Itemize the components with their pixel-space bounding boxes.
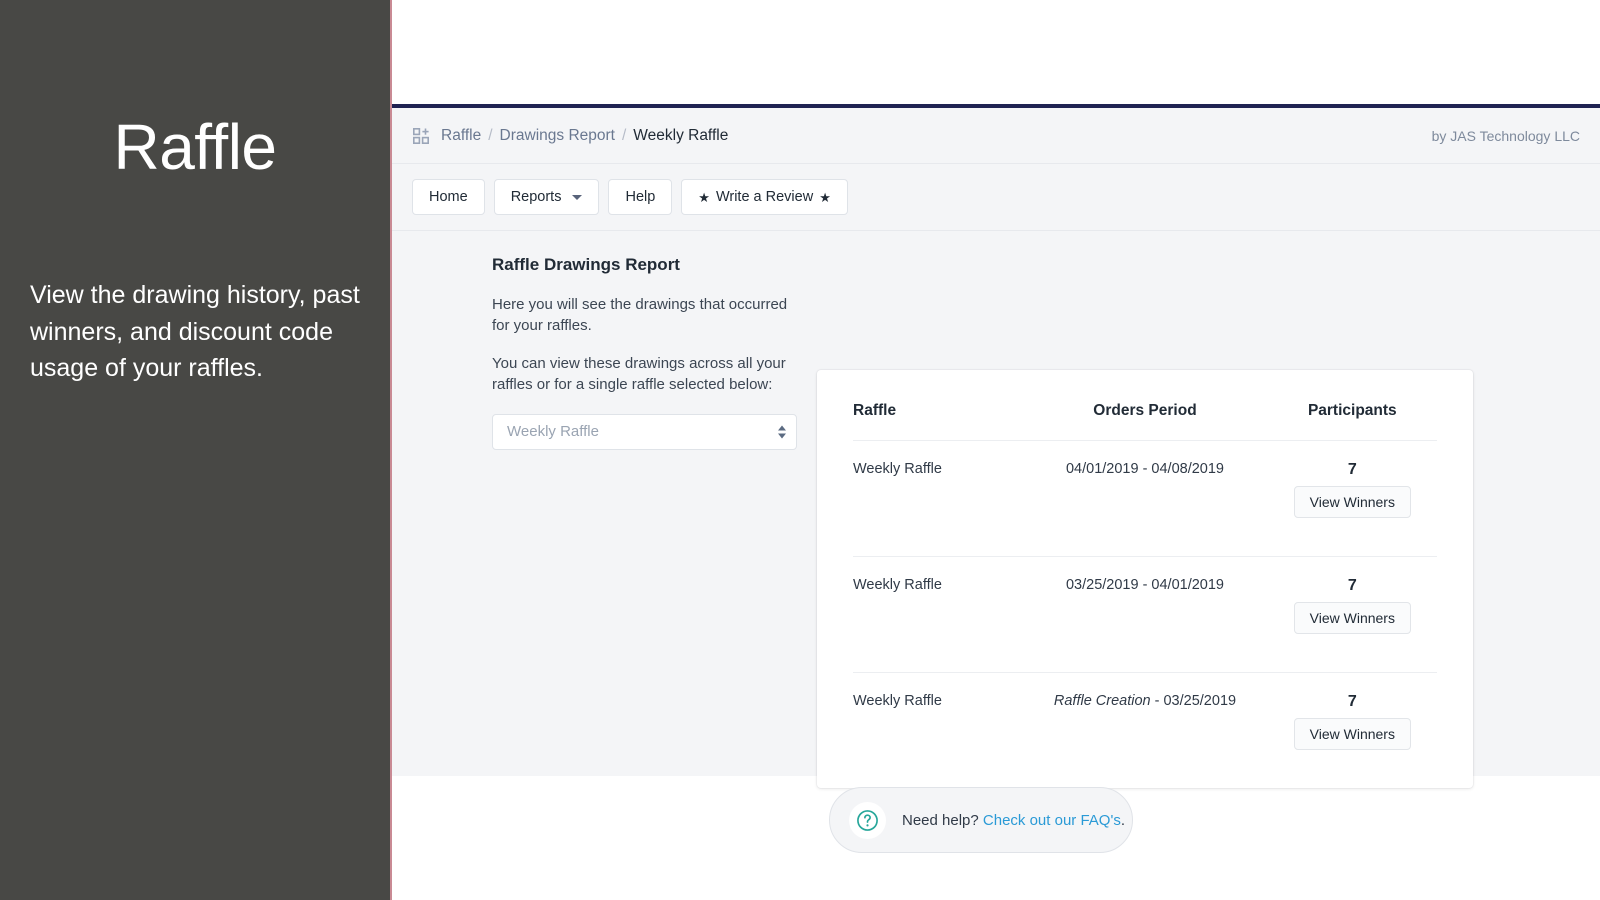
vendor-byline: by JAS Technology LLC: [1432, 128, 1580, 144]
help-prompt: Need help?: [902, 812, 983, 829]
cell-period-value: - 03/25/2019: [1151, 693, 1236, 709]
cell-participants: 7 View Winners: [1268, 441, 1437, 557]
write-a-review-button[interactable]: ★ Write a Review ★: [681, 179, 848, 215]
column-header-raffle: Raffle: [853, 370, 1022, 441]
app-window: Raffle / Drawings Report / Weekly Raffle…: [392, 104, 1600, 776]
cell-period-value: 04/01/2019 - 04/08/2019: [1066, 461, 1224, 477]
home-button[interactable]: Home: [412, 179, 485, 215]
star-icon: ★: [698, 191, 710, 204]
star-icon: ★: [819, 191, 831, 204]
view-winners-button[interactable]: View Winners: [1294, 718, 1411, 750]
table-row: Weekly Raffle Raffle Creation - 03/25/20…: [853, 673, 1437, 789]
breadcrumb: Raffle / Drawings Report / Weekly Raffle: [441, 127, 728, 145]
column-header-participants: Participants: [1268, 370, 1437, 441]
drawings-table: Raffle Orders Period Participants Weekly…: [853, 370, 1437, 788]
view-winners-button[interactable]: View Winners: [1294, 602, 1411, 634]
table-row: Weekly Raffle 03/25/2019 - 04/01/2019 7 …: [853, 557, 1437, 673]
column-header-orders-period: Orders Period: [1022, 370, 1267, 441]
breadcrumb-item-current: Weekly Raffle: [633, 127, 728, 145]
intro-paragraph-1: Here you will see the drawings that occu…: [492, 295, 800, 336]
faq-link[interactable]: Check out our FAQ's: [983, 812, 1121, 829]
raffle-select-wrapper: Weekly Raffle: [492, 414, 797, 450]
table-head: Raffle Orders Period Participants: [853, 370, 1437, 441]
chevron-down-icon: [572, 195, 582, 200]
table-row: Weekly Raffle 04/01/2019 - 04/08/2019 7 …: [853, 441, 1437, 557]
breadcrumb-bar: Raffle / Drawings Report / Weekly Raffle…: [392, 108, 1600, 164]
reports-button-label: Reports: [511, 189, 562, 205]
cell-period-value: 03/25/2019 - 04/01/2019: [1066, 577, 1224, 593]
participants-count: 7: [1268, 577, 1437, 595]
breadcrumb-item-drawings-report[interactable]: Drawings Report: [500, 127, 615, 145]
participants-count: 7: [1268, 461, 1437, 479]
write-a-review-label: Write a Review: [716, 189, 813, 205]
report-intro-panel: Raffle Drawings Report Here you will see…: [492, 255, 800, 450]
help-banner: Need help? Check out our FAQ's.: [829, 787, 1133, 853]
help-button-label: Help: [625, 189, 655, 205]
breadcrumb-separator: /: [622, 127, 626, 145]
view-winners-button[interactable]: View Winners: [1294, 486, 1411, 518]
question-circle-icon: [849, 802, 886, 839]
app-root: Raffle View the drawing history, past wi…: [0, 0, 1600, 900]
cell-period-prefix: Raffle Creation: [1054, 693, 1151, 709]
help-suffix: .: [1121, 812, 1125, 829]
cell-raffle-name: Weekly Raffle: [853, 441, 1022, 557]
table-header-row: Raffle Orders Period Participants: [853, 370, 1437, 441]
cell-raffle-name: Weekly Raffle: [853, 557, 1022, 673]
main-content: Raffle Drawings Report Here you will see…: [392, 231, 1600, 779]
app-logo-title: Raffle: [30, 112, 360, 182]
cell-participants: 7 View Winners: [1268, 557, 1437, 673]
home-button-label: Home: [429, 189, 468, 205]
breadcrumb-separator: /: [488, 127, 492, 145]
grid-plus-icon[interactable]: [413, 128, 429, 144]
page-title: Raffle Drawings Report: [492, 255, 800, 275]
raffle-select[interactable]: Weekly Raffle: [492, 414, 797, 450]
cell-raffle-name: Weekly Raffle: [853, 673, 1022, 789]
cell-participants: 7 View Winners: [1268, 673, 1437, 789]
help-banner-text: Need help? Check out our FAQ's.: [902, 812, 1125, 829]
help-button[interactable]: Help: [608, 179, 672, 215]
cell-orders-period: 04/01/2019 - 04/08/2019: [1022, 441, 1267, 557]
drawings-table-card: Raffle Orders Period Participants Weekly…: [817, 370, 1473, 788]
reports-dropdown-button[interactable]: Reports: [494, 179, 600, 215]
toolbar: Home Reports Help ★ Write a Review ★: [392, 164, 1600, 231]
cell-orders-period: Raffle Creation - 03/25/2019: [1022, 673, 1267, 789]
breadcrumb-item-raffle[interactable]: Raffle: [441, 127, 481, 145]
promo-description: View the drawing history, past winners, …: [30, 277, 360, 387]
table-body: Weekly Raffle 04/01/2019 - 04/08/2019 7 …: [853, 441, 1437, 789]
participants-count: 7: [1268, 693, 1437, 711]
promo-sidebar: Raffle View the drawing history, past wi…: [0, 0, 392, 900]
cell-orders-period: 03/25/2019 - 04/01/2019: [1022, 557, 1267, 673]
intro-paragraph-2: You can view these drawings across all y…: [492, 354, 800, 395]
